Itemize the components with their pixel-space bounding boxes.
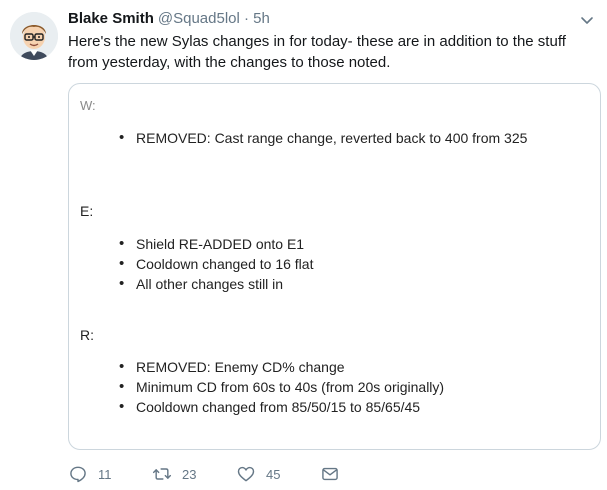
list-item: Cooldown changed to 16 flat xyxy=(119,254,313,274)
timestamp[interactable]: 5h xyxy=(253,10,270,27)
heart-icon xyxy=(236,464,256,484)
list-item: Shield RE-ADDED onto E1 xyxy=(119,234,313,254)
reply-icon xyxy=(68,464,88,484)
section-label-r: R: xyxy=(80,327,94,343)
retweet-button[interactable]: 23 xyxy=(152,463,196,485)
envelope-icon xyxy=(320,464,340,484)
section-w-list: REMOVED: Cast range change, reverted bac… xyxy=(119,128,527,148)
list-item: REMOVED: Cast range change, reverted bac… xyxy=(119,128,527,148)
list-item: Minimum CD from 60s to 40s (from 20s ori… xyxy=(119,377,444,397)
list-item: Cooldown changed from 85/50/15 to 85/65/… xyxy=(119,397,444,417)
direct-message-button[interactable] xyxy=(320,463,340,485)
section-e-list: Shield RE-ADDED onto E1 Cooldown changed… xyxy=(119,234,313,294)
like-button[interactable]: 45 xyxy=(236,463,280,485)
tweet-actions: 11 23 45 xyxy=(68,463,368,485)
tweet[interactable]: Blake Smith @Squad5lol · 5h Here's the ne… xyxy=(0,0,607,490)
section-label-e: E: xyxy=(80,203,94,219)
list-item: All other changes still in xyxy=(119,274,313,294)
avatar-image xyxy=(10,12,58,60)
section-label-w: W: xyxy=(80,98,96,113)
tweet-media-image[interactable]: W: REMOVED: Cast range change, reverted … xyxy=(68,83,601,450)
reply-count: 11 xyxy=(98,466,112,482)
list-item: REMOVED: Enemy CD% change xyxy=(119,357,444,377)
user-handle[interactable]: @Squad5lol xyxy=(158,10,240,27)
avatar[interactable] xyxy=(10,12,58,60)
patch-notes-document: W: REMOVED: Cast range change, reverted … xyxy=(69,84,600,449)
tweet-header: Blake Smith @Squad5lol · 5h xyxy=(68,10,587,30)
header-separator: · xyxy=(244,10,249,27)
tweet-text: Here's the new Sylas changes in for toda… xyxy=(68,33,566,71)
reply-button[interactable]: 11 xyxy=(68,463,112,485)
section-r-list: REMOVED: Enemy CD% change Minimum CD fro… xyxy=(119,357,444,417)
retweet-icon xyxy=(152,464,172,484)
like-count: 45 xyxy=(266,466,281,482)
retweet-count: 23 xyxy=(182,466,197,482)
display-name[interactable]: Blake Smith xyxy=(68,10,154,27)
chevron-down-icon[interactable] xyxy=(579,12,595,28)
